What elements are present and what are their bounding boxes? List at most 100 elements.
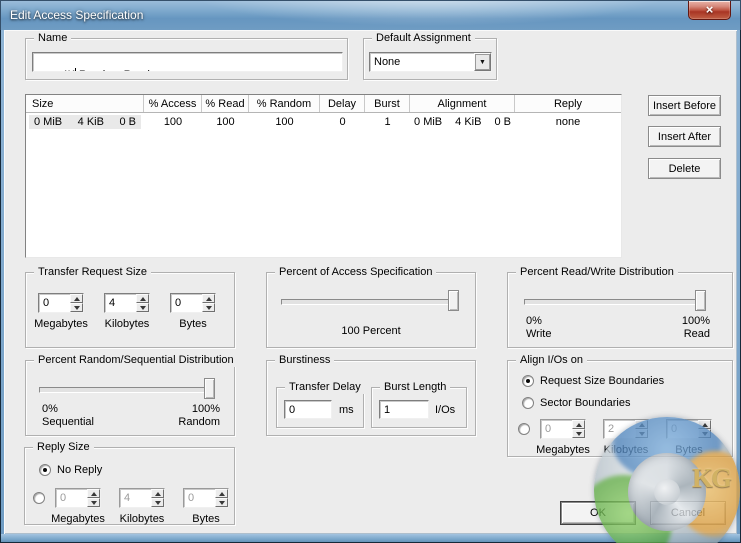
spin-up-icon[interactable]	[698, 420, 711, 429]
no-reply-option[interactable]: No Reply	[39, 464, 102, 476]
titlebar[interactable]: Edit Access Specification	[0, 0, 741, 30]
random-end-label: 100% Random	[178, 403, 220, 429]
name-input[interactable]: 4K Random Read	[32, 52, 343, 72]
burst-length-group: Burst Length 1 I/Os	[371, 387, 467, 428]
spin-down-icon[interactable]	[698, 429, 711, 438]
table-row[interactable]: 0 MiB 4 KiB 0 B 100 100 100 0 1 0 MiB 4 …	[26, 113, 621, 130]
align-bytes-stepper[interactable]: 0	[666, 419, 712, 439]
custom-alignment-option[interactable]	[518, 423, 530, 435]
column-header-reply[interactable]: Reply	[515, 95, 621, 112]
column-header-size[interactable]: Size	[26, 95, 144, 112]
cell-access: 100	[144, 116, 202, 128]
spin-up-icon[interactable]	[87, 489, 100, 498]
delete-button[interactable]: Delete	[648, 158, 721, 179]
read-write-slider-track[interactable]	[524, 299, 706, 305]
sequential-word: Sequential	[42, 416, 94, 429]
close-button[interactable]: ×	[688, 1, 731, 20]
spin-down-icon[interactable]	[572, 429, 585, 438]
align-kilobytes-stepper[interactable]: 2	[603, 419, 649, 439]
spin-down-icon[interactable]	[87, 498, 100, 507]
align-kib: 4 KiB	[455, 116, 481, 128]
spin-up-icon[interactable]	[635, 420, 648, 429]
radio-checked-icon[interactable]	[522, 375, 534, 387]
align-megabytes-stepper[interactable]: 0	[540, 419, 586, 439]
bytes-label: Bytes	[179, 318, 207, 330]
spin-up-icon[interactable]	[572, 420, 585, 429]
stepper-value: 4	[120, 489, 151, 507]
reply-bytes-stepper[interactable]: 0	[183, 488, 229, 508]
reply-bytes-field: 0 Bytes	[177, 488, 235, 525]
radio-icon[interactable]	[33, 492, 45, 504]
radio-icon[interactable]	[518, 423, 530, 435]
insert-after-button[interactable]: Insert After	[648, 126, 721, 147]
spin-up-icon[interactable]	[136, 294, 149, 303]
reply-kilobytes-stepper[interactable]: 4	[119, 488, 165, 508]
column-header-alignment[interactable]: Alignment	[410, 95, 515, 112]
combobox-dropdown-button[interactable]: ▼	[474, 53, 491, 71]
window-border-right	[737, 30, 741, 543]
bytes-field: 0 Bytes	[164, 293, 222, 330]
insert-before-button[interactable]: Insert Before	[648, 95, 721, 116]
align-ios-group: Align I/Os on Request Size Boundaries Se…	[507, 360, 733, 457]
write-word: Write	[526, 328, 551, 341]
align-b: 0 B	[494, 116, 511, 128]
size-kib: 4 KiB	[78, 116, 104, 128]
size-b: 0 B	[119, 116, 136, 128]
radio-icon[interactable]	[522, 397, 534, 409]
megabytes-field: 0 Megabytes	[32, 293, 90, 330]
burstiness-group: Burstiness Transfer Delay 0 ms Burst Len…	[266, 360, 476, 436]
default-assignment-combobox[interactable]: None ▼	[369, 52, 492, 72]
column-header-read[interactable]: % Read	[202, 95, 249, 112]
write-percent: 0%	[526, 315, 551, 328]
request-size-boundaries-option[interactable]: Request Size Boundaries	[522, 375, 664, 387]
cell-delay: 0	[320, 116, 365, 128]
size-value-highlight: 0 MiB 4 KiB 0 B	[29, 115, 141, 129]
read-write-slider-thumb[interactable]	[695, 290, 706, 311]
burst-length-input[interactable]: 1	[379, 400, 429, 419]
radio-checked-icon[interactable]	[39, 464, 51, 476]
random-sequential-group: Percent Random/Sequential Distribution 0…	[25, 360, 235, 436]
spin-down-icon[interactable]	[215, 498, 228, 507]
cancel-button[interactable]: Cancel	[650, 501, 726, 525]
kilobytes-stepper[interactable]: 4	[104, 293, 150, 313]
sector-boundaries-label: Sector Boundaries	[540, 397, 631, 409]
random-sequential-slider-track[interactable]	[39, 387, 215, 393]
bytes-stepper[interactable]: 0	[170, 293, 216, 313]
spin-down-icon[interactable]	[202, 303, 215, 312]
column-header-access[interactable]: % Access	[144, 95, 202, 112]
spin-up-icon[interactable]	[151, 489, 164, 498]
spin-up-icon[interactable]	[202, 294, 215, 303]
column-header-delay[interactable]: Delay	[320, 95, 365, 112]
stepper-value: 4	[105, 294, 136, 312]
custom-reply-option[interactable]	[33, 492, 45, 504]
random-word: Random	[178, 416, 220, 429]
default-assignment-group: Default Assignment None ▼	[363, 38, 497, 80]
spin-up-icon[interactable]	[215, 489, 228, 498]
random-sequential-slider-thumb[interactable]	[204, 378, 215, 399]
ok-button[interactable]: OK	[560, 501, 636, 525]
read-write-distribution-group: Percent Read/Write Distribution 0% Write…	[507, 272, 733, 348]
megabytes-label: Megabytes	[34, 318, 88, 330]
spin-up-icon[interactable]	[70, 294, 83, 303]
column-header-random[interactable]: % Random	[249, 95, 320, 112]
percent-access-slider-track[interactable]	[281, 299, 459, 305]
spin-down-icon[interactable]	[151, 498, 164, 507]
reply-megabytes-stepper[interactable]: 0	[55, 488, 101, 508]
burst-length-unit: I/Os	[435, 404, 455, 416]
reply-size-label: Reply Size	[33, 440, 94, 454]
transfer-request-size-group: Transfer Request Size 0 Megabytes 4 Kilo…	[25, 272, 235, 348]
transfer-delay-unit: ms	[339, 404, 354, 416]
spin-down-icon[interactable]	[635, 429, 648, 438]
percent-access-slider-thumb[interactable]	[448, 290, 459, 311]
name-value-post-caret: Random Read	[76, 69, 150, 72]
spin-down-icon[interactable]	[136, 303, 149, 312]
reply-kilobytes-field: 4 Kilobytes	[113, 488, 171, 525]
sector-boundaries-option[interactable]: Sector Boundaries	[522, 397, 631, 409]
column-header-burst[interactable]: Burst	[365, 95, 410, 112]
burst-length-label: Burst Length	[380, 380, 450, 394]
transfer-delay-input[interactable]: 0	[284, 400, 332, 419]
request-size-boundaries-label: Request Size Boundaries	[540, 375, 664, 387]
megabytes-stepper[interactable]: 0	[38, 293, 84, 313]
stepper-value: 2	[604, 420, 635, 438]
spin-down-icon[interactable]	[70, 303, 83, 312]
